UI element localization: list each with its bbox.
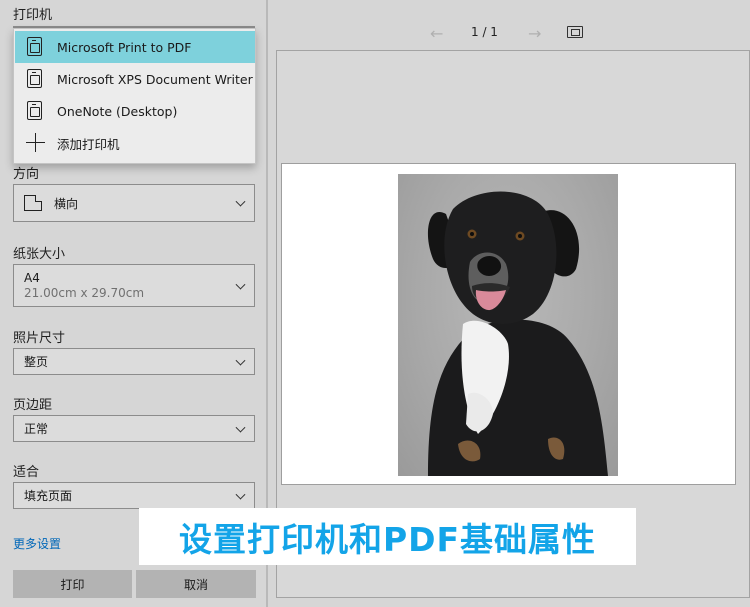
- arrow-left-icon[interactable]: ←: [430, 24, 443, 43]
- chevron-down-icon: [235, 489, 246, 500]
- printer-option-label: OneNote (Desktop): [57, 103, 178, 119]
- photo-size-select[interactable]: 整页: [13, 348, 255, 375]
- fit-value: 填充页面: [24, 489, 73, 503]
- photo-size-value: 整页: [24, 355, 49, 369]
- paper-size-value: A4: [24, 270, 40, 285]
- chevron-down-icon: [235, 279, 246, 290]
- margins-label: 页边距: [13, 398, 53, 413]
- more-settings-link[interactable]: 更多设置: [13, 535, 61, 552]
- orientation-value: 横向: [54, 196, 79, 211]
- overlay-caption: 设置打印机和PDF基础属性: [139, 508, 636, 565]
- printer-option-label: Microsoft XPS Document Writer: [57, 71, 253, 87]
- chevron-down-icon: [235, 196, 246, 207]
- dog-illustration: [427, 191, 608, 476]
- printer-icon: [27, 101, 42, 120]
- paper-size-detail: 21.00cm x 29.70cm: [24, 285, 145, 300]
- dog-photo: [398, 174, 618, 476]
- printer-dropdown: Microsoft Print to PDF Microsoft XPS Doc…: [13, 28, 256, 164]
- plus-icon: [26, 133, 45, 152]
- photo-size-label: 照片尺寸: [13, 331, 66, 346]
- printer-option-label: Microsoft Print to PDF: [57, 39, 192, 55]
- paper-size-select[interactable]: A4 21.00cm x 29.70cm: [13, 264, 255, 307]
- arrow-right-icon[interactable]: →: [528, 24, 541, 43]
- cancel-button[interactable]: 取消: [136, 570, 256, 598]
- print-button[interactable]: 打印: [13, 570, 132, 598]
- chevron-down-icon: [235, 422, 246, 433]
- printer-icon: [27, 37, 42, 56]
- landscape-page-icon: [24, 195, 42, 211]
- margins-select[interactable]: 正常: [13, 415, 255, 442]
- paper-size-label: 纸张大小: [13, 247, 66, 262]
- printer-option-label: 添加打印机: [57, 136, 120, 152]
- printer-option-onenote[interactable]: OneNote (Desktop): [15, 95, 255, 127]
- fit-select[interactable]: 填充页面: [13, 482, 255, 509]
- page-indicator: 1 / 1: [471, 25, 498, 39]
- printer-option-xps[interactable]: Microsoft XPS Document Writer: [15, 63, 255, 95]
- margins-value: 正常: [24, 422, 49, 436]
- printer-option-pdf[interactable]: Microsoft Print to PDF: [15, 31, 255, 63]
- printer-label: 打印机: [13, 8, 53, 23]
- printer-icon: [27, 69, 42, 88]
- add-printer-option[interactable]: 添加打印机: [15, 127, 255, 159]
- fit-to-window-icon[interactable]: [567, 26, 583, 38]
- orientation-select[interactable]: 横向: [13, 184, 255, 222]
- orientation-label: 方向: [13, 167, 40, 182]
- chevron-down-icon: [235, 355, 246, 366]
- fit-label: 适合: [13, 465, 40, 480]
